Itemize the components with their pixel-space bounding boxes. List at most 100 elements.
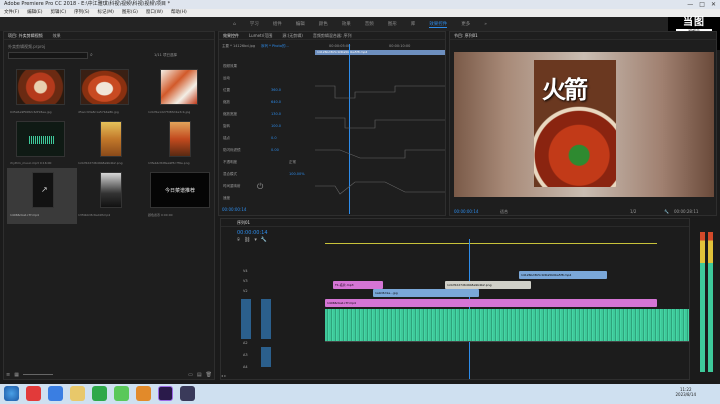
- new-item-icon[interactable]: ▤: [197, 372, 202, 378]
- efx-label-motion[interactable]: 运动: [223, 72, 241, 84]
- tab-effects[interactable]: 效果: [53, 32, 61, 39]
- efx-label-opacity[interactable]: 不透明度: [223, 156, 241, 168]
- project-search-input[interactable]: [8, 52, 88, 59]
- ws-color[interactable]: 颜色: [319, 21, 328, 27]
- menu-edit[interactable]: 编辑(E): [27, 9, 42, 17]
- media-thumb-2[interactable]: [80, 69, 129, 105]
- taskbar-app-4[interactable]: [92, 386, 107, 401]
- efx-label-time-remap[interactable]: 时间重映射: [223, 180, 241, 192]
- value-position-y[interactable]: 640.0: [271, 96, 281, 108]
- clip-v4[interactable]: 14126bd3b5c9d0a5b0ba5f8.mp4: [519, 271, 607, 279]
- source-patch-v1[interactable]: [241, 299, 251, 339]
- track-target-a1[interactable]: [261, 347, 271, 367]
- menu-graphics[interactable]: 图形(G): [122, 9, 138, 17]
- start-button[interactable]: [4, 386, 19, 401]
- track-a1: A1: [243, 309, 321, 341]
- ws-effect-controls[interactable]: 效果控件: [429, 21, 448, 28]
- menu-file[interactable]: 文件(F): [4, 9, 19, 17]
- media-thumb-7[interactable]: ↗: [32, 172, 54, 208]
- value-scale[interactable]: 130.0: [271, 108, 281, 120]
- stopwatch-icon[interactable]: ⏻: [257, 182, 263, 192]
- tab-lumetri[interactable]: Lumetri范围: [249, 32, 272, 39]
- audio-clip-a1[interactable]: [325, 309, 689, 341]
- tab-audio-mixer[interactable]: 音频剪辑混合器: 序列: [313, 32, 352, 39]
- list-view-icon[interactable]: ≡: [6, 372, 10, 378]
- linked-selection-icon[interactable]: ⛓: [244, 237, 250, 243]
- ws-more[interactable]: 更多: [461, 21, 470, 27]
- tab-project[interactable]: 项目: 外卖剪辑视频: [8, 32, 43, 39]
- efx-timecode[interactable]: 00:00:00:14: [222, 207, 246, 212]
- efx-sequence-name[interactable]: 序列 * Photo的...: [261, 44, 289, 49]
- ws-learn[interactable]: 学习: [250, 21, 259, 27]
- maximize-button[interactable]: □: [699, 0, 705, 9]
- taskbar-app-8[interactable]: [180, 386, 195, 401]
- fit-dropdown[interactable]: 适合: [500, 209, 508, 215]
- snap-icon[interactable]: ⌾: [237, 237, 240, 243]
- window-titlebar: Adobe Premiere Pro CC 2018 - E:\中江雅琪\科视\…: [0, 0, 720, 9]
- efx-clip-bar[interactable]: 14126bd3b5c9d0a5b0ba5f8.mp4: [315, 50, 445, 55]
- ws-editing[interactable]: 编辑: [296, 21, 305, 27]
- value-position-x[interactable]: 360.0: [271, 84, 281, 96]
- minimize-button[interactable]: —: [687, 0, 693, 9]
- work-area-bar[interactable]: [325, 243, 657, 244]
- program-timecode[interactable]: 00:00:00:14: [454, 209, 478, 214]
- scroll-icon[interactable]: ◂ ▸: [221, 373, 226, 378]
- media-thumb-8[interactable]: [100, 172, 122, 208]
- menu-clip[interactable]: 剪辑(C): [50, 9, 66, 17]
- wrench-icon[interactable]: 🔧: [664, 209, 669, 214]
- audio-thumb[interactable]: [16, 121, 65, 157]
- clip-audio-title[interactable]: T1-名片.mp3: [333, 281, 383, 289]
- ws-libraries[interactable]: 库: [411, 21, 416, 27]
- taskbar-app-6[interactable]: [136, 386, 151, 401]
- value-rotation[interactable]: 0.0: [271, 132, 281, 144]
- matte-text: 今日菜谱推荐: [164, 188, 195, 194]
- value-anchor[interactable]: 0.00: [271, 144, 281, 156]
- media-caption-7: 14066cba1c7f.mp4: [10, 213, 39, 217]
- ws-effects[interactable]: 效果: [342, 21, 351, 27]
- value-scale-width[interactable]: 100.0: [271, 120, 281, 132]
- tab-source[interactable]: 源:(无剪辑): [282, 32, 302, 39]
- blend-mode-dropdown[interactable]: 正常: [289, 160, 296, 165]
- clip-v1[interactable]: 14066cba1c7f.mp4: [325, 299, 657, 307]
- taskbar-app-5[interactable]: [114, 386, 129, 401]
- menu-marker[interactable]: 标记(M): [98, 9, 114, 17]
- more-workspaces-icon[interactable]: »: [484, 22, 487, 27]
- ws-graphics[interactable]: 图形: [388, 21, 397, 27]
- close-button[interactable]: ✕: [711, 0, 716, 9]
- taskbar-clock[interactable]: 11:22 2023/8/14: [675, 387, 696, 397]
- media-thumb-3[interactable]: [160, 69, 198, 105]
- ws-assembly[interactable]: 组件: [273, 21, 282, 27]
- menu-window[interactable]: 窗口(W): [146, 9, 163, 17]
- media-thumb-1[interactable]: [16, 69, 65, 105]
- zoom-slider[interactable]: [22, 374, 53, 375]
- track-target-v1[interactable]: [261, 299, 271, 339]
- quality-dropdown[interactable]: 1/2: [630, 209, 636, 214]
- ws-audio[interactable]: 音频: [365, 21, 374, 27]
- media-thumb-5[interactable]: [100, 121, 122, 157]
- menu-help[interactable]: 帮助(H): [171, 9, 187, 17]
- program-monitor: 节目: 序列01 火箭 00:00:00:14 适合 1/2 🔧 00:00:2…: [449, 31, 717, 216]
- icon-view-icon[interactable]: ▦: [14, 372, 19, 378]
- clip-v3[interactable]: 1c0d52d7d6d4b8e9b4b2.png: [445, 281, 531, 289]
- new-bin-icon[interactable]: ▭: [188, 372, 193, 378]
- meter-right: [708, 232, 713, 372]
- menu-sequence[interactable]: 序列(S): [74, 9, 89, 17]
- timeline-timecode[interactable]: 00:00:00:14: [237, 230, 268, 236]
- media-thumb-6[interactable]: [169, 121, 191, 157]
- tab-effect-controls[interactable]: 效果控件: [223, 32, 239, 39]
- opacity-value[interactable]: 100.00%: [289, 172, 305, 176]
- add-marker-icon[interactable]: ▾: [254, 237, 257, 243]
- search-icon[interactable]: ⌕: [90, 52, 93, 58]
- track-v1: V1: [243, 299, 321, 309]
- taskbar-app-3[interactable]: [70, 386, 85, 401]
- tab-program[interactable]: 节目: 序列01: [454, 32, 478, 39]
- taskbar-app-2[interactable]: [48, 386, 63, 401]
- clip-v2[interactable]: 1a9d3d1a...jpg: [373, 289, 479, 297]
- home-icon[interactable]: ⌂: [233, 22, 236, 27]
- trash-icon[interactable]: 🗑: [206, 372, 212, 378]
- taskbar-app-1[interactable]: [26, 386, 41, 401]
- timeline-settings-icon[interactable]: 🔧: [261, 237, 267, 243]
- color-matte-thumb[interactable]: 今日菜谱推荐: [150, 172, 210, 208]
- tab-sequence[interactable]: 序列01: [237, 219, 250, 226]
- premiere-taskbar-icon[interactable]: [158, 386, 173, 401]
